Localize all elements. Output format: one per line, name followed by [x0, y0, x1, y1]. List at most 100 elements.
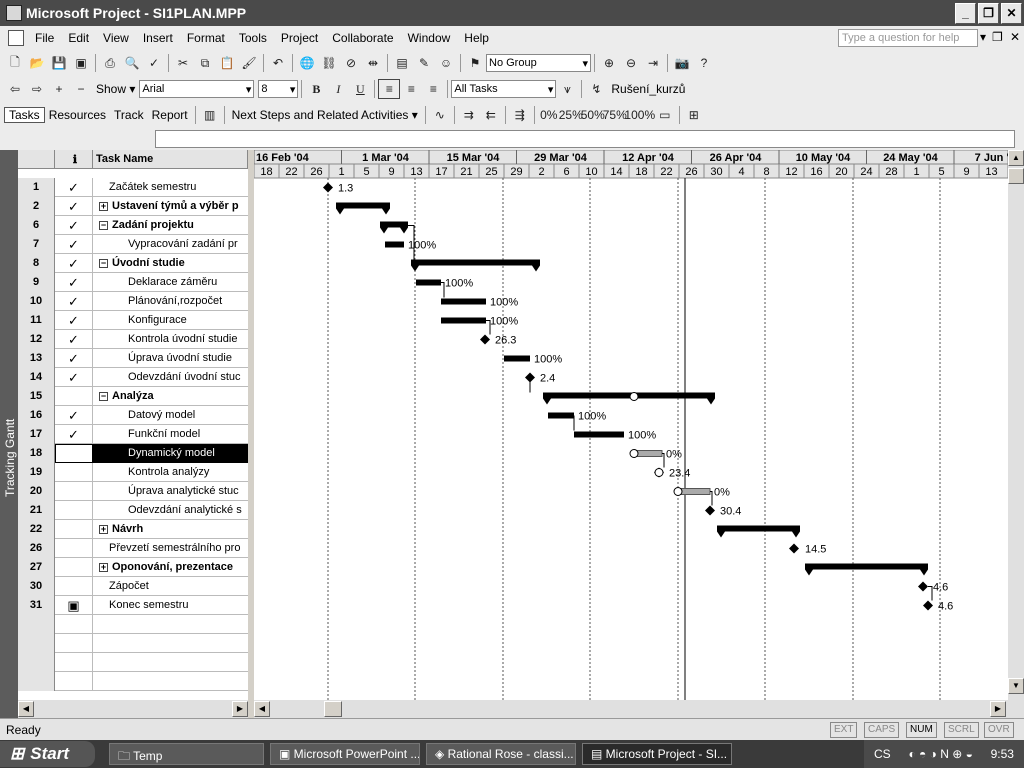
table-row[interactable]: 10 ✓ Plánování,rozpočet	[18, 292, 248, 311]
pct-25-button[interactable]: 25%	[559, 105, 583, 125]
task-name-cell[interactable]: Funkční model	[93, 425, 248, 444]
table-row[interactable]: 17 ✓ Funkční model	[18, 425, 248, 444]
task-name-cell[interactable]: Kontrola analýzy	[93, 463, 248, 482]
font-select[interactable]: Arial ▾	[139, 80, 255, 98]
task-name-cell[interactable]: Začátek semestru	[93, 178, 248, 197]
print-icon[interactable]: ⎙	[99, 53, 121, 73]
scroll-left-icon[interactable]: ◀	[254, 701, 270, 717]
collapse-icon[interactable]: −	[99, 391, 108, 401]
empty-row[interactable]	[18, 615, 248, 634]
table-row[interactable]: 13 ✓ Úprava úvodní studie	[18, 349, 248, 368]
pct-50-button[interactable]: 50%	[581, 105, 605, 125]
align-right-icon[interactable]: ≡	[422, 79, 444, 99]
task-notes-icon[interactable]: ✎	[413, 53, 435, 73]
show-button[interactable]: Show ▾	[92, 82, 139, 96]
menu-help[interactable]: Help	[457, 31, 496, 45]
task-name-cell[interactable]: Kontrola úvodní studie	[93, 330, 248, 349]
menu-edit[interactable]: Edit	[61, 31, 96, 45]
task-name-cell[interactable]: Vypracování zadání pr	[93, 235, 248, 254]
table-row[interactable]: 1 ✓ Začátek semestru	[18, 178, 248, 197]
task-name-cell[interactable]: Zápočet	[93, 577, 248, 596]
table-row[interactable]: 18 Dynamický model	[18, 444, 248, 463]
table-row[interactable]: 27 + Oponování, prezentace	[18, 558, 248, 577]
resource-value[interactable]: Rušení_kurzů	[607, 82, 689, 96]
empty-row[interactable]	[18, 672, 248, 691]
task-info-icon[interactable]: ▤	[391, 53, 413, 73]
hyperlink-icon[interactable]: 🌐	[296, 53, 318, 73]
plus-icon[interactable]: +	[48, 79, 70, 99]
table-row[interactable]: 8 ✓ − Úvodní studie	[18, 254, 248, 273]
dropdown-arrow-icon[interactable]: ▾	[980, 30, 986, 44]
table-row[interactable]: 31 ▣ Konec semestru	[18, 596, 248, 615]
expand-icon[interactable]: +	[99, 524, 108, 534]
task-name-cell[interactable]: Datový model	[93, 406, 248, 425]
row-id[interactable]: 12	[18, 330, 55, 349]
row-id[interactable]: 13	[18, 349, 55, 368]
collapse-icon[interactable]: ⊞	[683, 105, 705, 125]
row-id[interactable]: 18	[18, 444, 55, 463]
indicators-header[interactable]: ℹ	[55, 150, 93, 169]
split-task-icon[interactable]: ⇹	[362, 53, 384, 73]
row-id[interactable]: 17	[18, 425, 55, 444]
table-row[interactable]: 22 + Návrh	[18, 520, 248, 539]
italic-icon[interactable]: I	[327, 79, 349, 99]
task-name-cell[interactable]: − Úvodní studie	[93, 254, 248, 273]
pct-75-button[interactable]: 75%	[603, 105, 627, 125]
task-name-cell[interactable]: − Zadání projektu	[93, 216, 248, 235]
format-painter-icon[interactable]: 🖌	[238, 53, 260, 73]
table-row[interactable]: 21 Odevzdání analytické s	[18, 501, 248, 520]
open-icon[interactable]: 📂	[26, 53, 48, 73]
task-name-cell[interactable]: Deklarace záměru	[93, 273, 248, 292]
row-id[interactable]: 6	[18, 216, 55, 235]
table-row[interactable]: 2 ✓ + Ustavení týmů a výběr p	[18, 197, 248, 216]
font-size-select[interactable]: 8 ▾	[258, 80, 299, 98]
print-preview-icon[interactable]: 🔍	[121, 53, 143, 73]
row-id[interactable]: 7	[18, 235, 55, 254]
close-button[interactable]: ✕	[1001, 2, 1022, 24]
empty-row[interactable]	[18, 634, 248, 653]
restore-button[interactable]: ❐	[978, 2, 999, 24]
table-row[interactable]: 14 ✓ Odevzdání úvodní stuc	[18, 368, 248, 387]
tray-icons[interactable]: ◐ ◓ ◑ N ⊕ ◒	[908, 747, 972, 761]
minimize-button[interactable]: _	[955, 2, 976, 24]
update-icon[interactable]: ⇶	[509, 105, 531, 125]
pct-0-button[interactable]: 0%	[538, 105, 560, 125]
row-id[interactable]: 14	[18, 368, 55, 387]
table-row[interactable]: 15 − Analýza	[18, 387, 248, 406]
row-id[interactable]: 31	[18, 596, 55, 615]
row-id[interactable]: 22	[18, 520, 55, 539]
tracking-icon[interactable]: ∿	[429, 105, 451, 125]
save-as-icon[interactable]: ▣	[70, 53, 92, 73]
arrow-left-icon[interactable]: ⇦	[4, 79, 26, 99]
undo-icon[interactable]: ↶	[267, 53, 289, 73]
track-button[interactable]: Track	[110, 108, 148, 122]
task-name-cell[interactable]: + Oponování, prezentace	[93, 558, 248, 577]
group-select[interactable]: No Group ▾	[486, 54, 591, 72]
mdi-close-icon[interactable]: ✕	[1010, 30, 1020, 44]
filter-select[interactable]: All Tasks ▾	[451, 80, 557, 98]
zoom-in-icon[interactable]: ⊕	[598, 53, 620, 73]
menu-project[interactable]: Project	[274, 31, 325, 45]
row-id[interactable]: 27	[18, 558, 55, 577]
table-row[interactable]: 26 Převzetí semestrálního pro	[18, 539, 248, 558]
taskbar-item-powerpoint[interactable]: ▣ Microsoft PowerPoint ...	[270, 743, 420, 765]
menu-insert[interactable]: Insert	[136, 31, 180, 45]
table-row[interactable]: 9 ✓ Deklarace záměru	[18, 273, 248, 292]
table-row[interactable]: 16 ✓ Datový model	[18, 406, 248, 425]
task-name-cell[interactable]: Dynamický model	[93, 444, 248, 463]
collapse-icon[interactable]: −	[99, 220, 108, 230]
table-row[interactable]: 7 ✓ Vypracování zadání pr	[18, 235, 248, 254]
autofilter-icon[interactable]: ⩛	[556, 79, 578, 99]
publish-icon[interactable]: ⚑	[464, 53, 486, 73]
table-row[interactable]: 19 Kontrola analýzy	[18, 463, 248, 482]
gantt-horizontal-scrollbar[interactable]: ◀ ▶	[254, 700, 1008, 718]
underline-icon[interactable]: U	[349, 79, 371, 99]
collapse-icon[interactable]: −	[99, 258, 108, 268]
menu-window[interactable]: Window	[401, 31, 458, 45]
resources-button[interactable]: Resources	[45, 108, 110, 122]
view-bar[interactable]: Tracking Gantt	[0, 150, 18, 718]
table-row[interactable]: 20 Úprava analytické stuc	[18, 482, 248, 501]
align-left-icon[interactable]: ≡	[378, 79, 401, 99]
menu-file[interactable]: File	[28, 31, 61, 45]
align-center-icon[interactable]: ≡	[400, 79, 422, 99]
